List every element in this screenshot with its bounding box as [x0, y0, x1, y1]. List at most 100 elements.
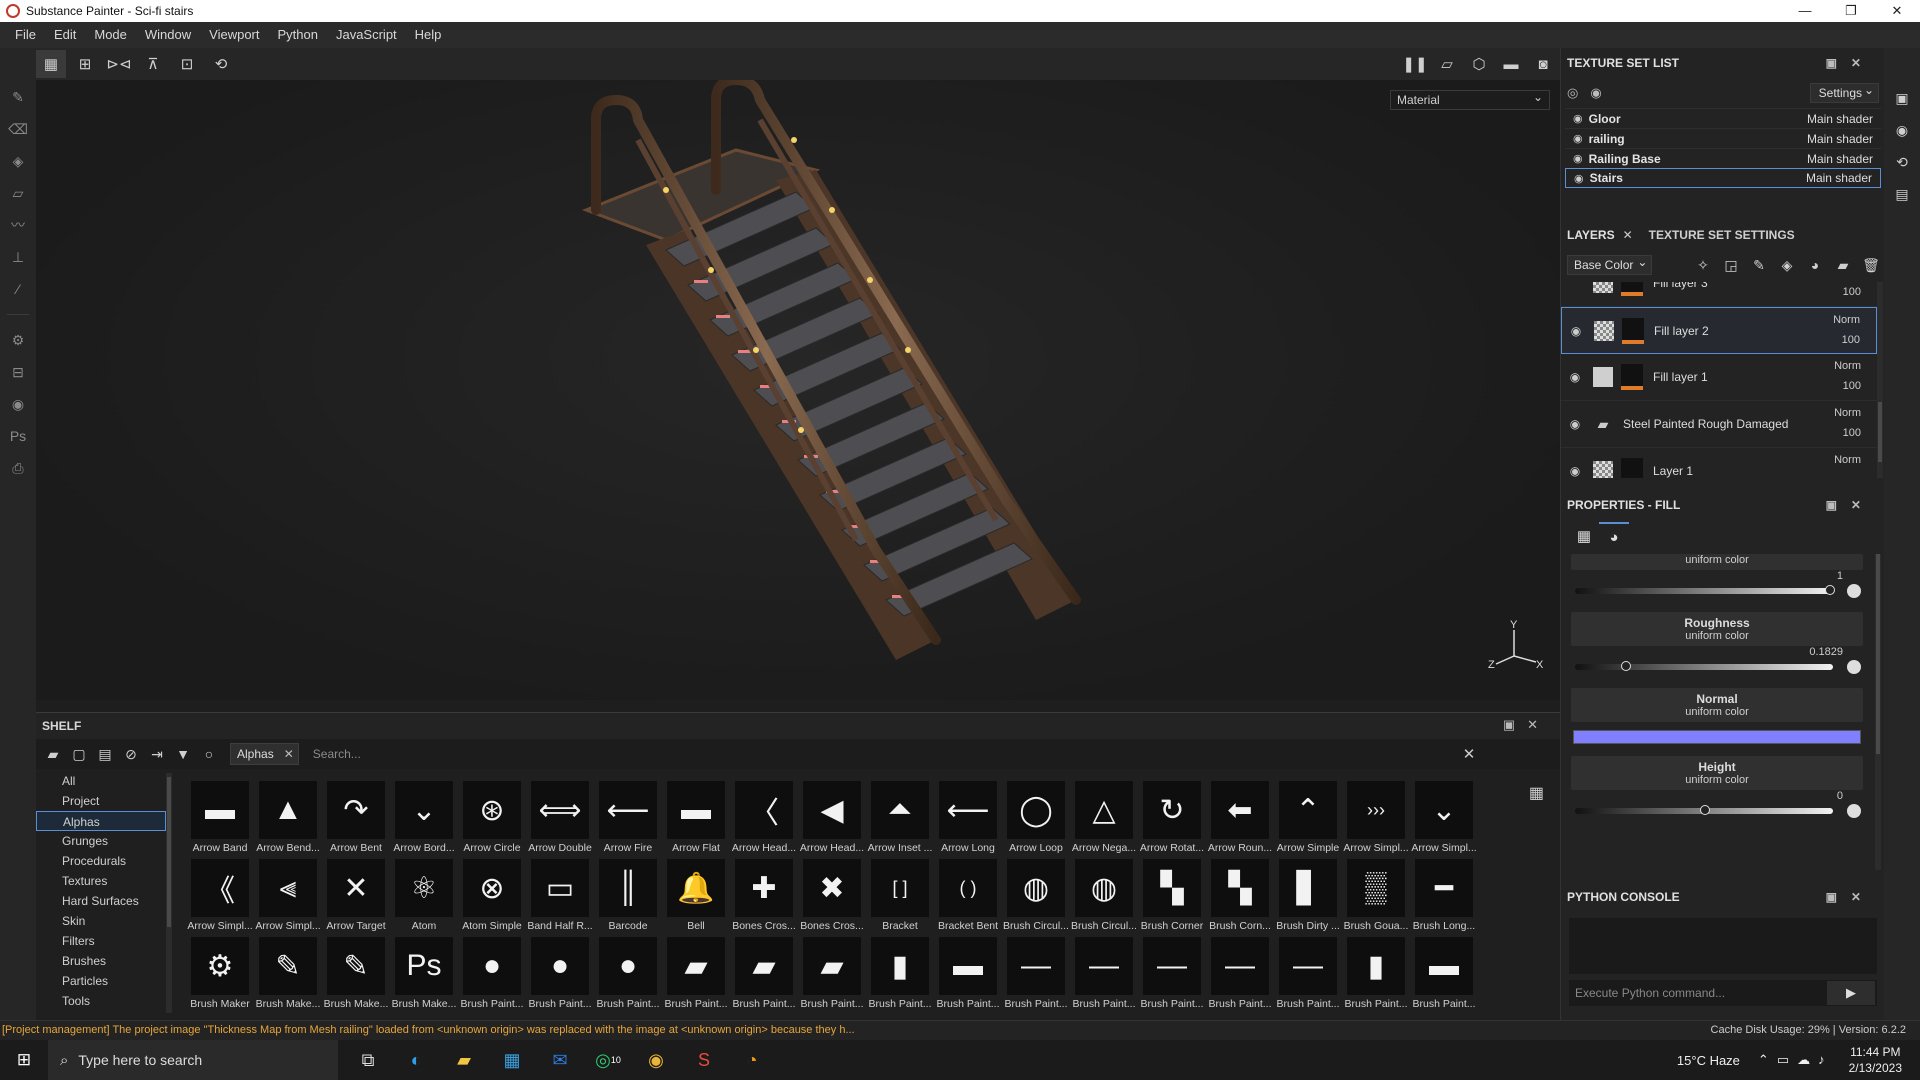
eye-icon[interactable]: ◉ [1574, 172, 1584, 185]
add-paint-layer-icon[interactable]: ✎ [1745, 257, 1773, 274]
shelf-item[interactable]: ▮ Brush Paint... [866, 937, 934, 1015]
layer-visibility-icon[interactable]: ◉ [1563, 417, 1587, 431]
align-icon[interactable]: ⊼ [138, 50, 168, 78]
layer-row[interactable]: ◉ Layer 1 Norm [1561, 448, 1877, 478]
symmetry-icon[interactable]: ⊳⊲ [104, 50, 134, 78]
filter-chip[interactable]: Alphas ✕ [230, 743, 299, 765]
texture-set-row[interactable]: ◉ Gloor Main shader [1565, 108, 1881, 128]
view-2d-icon[interactable]: ▱ [1432, 50, 1462, 78]
settings-gear-icon[interactable]: ⚙ [5, 327, 31, 353]
menu-viewport[interactable]: Viewport [200, 22, 268, 48]
file-explorer-icon[interactable]: ▰ [440, 1040, 488, 1080]
category-scrollbar[interactable] [166, 773, 172, 1013]
task-view-icon[interactable]: ⧉ [344, 1040, 392, 1080]
texture-set-row[interactable]: ◉ Stairs Main shader [1565, 168, 1881, 188]
tab-texture-set-settings[interactable]: TEXTURE SET SETTINGS [1649, 228, 1795, 242]
shelf-category-tools[interactable]: Tools [36, 991, 166, 1011]
menu-window[interactable]: Window [136, 22, 200, 48]
history-icon[interactable]: ⟲ [206, 50, 236, 78]
slider-track[interactable] [1575, 664, 1833, 670]
log-icon[interactable]: ▤ [1890, 182, 1914, 206]
shelf-category-alphas[interactable]: Alphas [36, 811, 166, 831]
close-layers-tab-icon[interactable]: ✕ [1623, 228, 1633, 242]
shelf-item[interactable]: ▰ Brush Paint... [798, 937, 866, 1015]
layer-visibility-icon[interactable]: ◉ [1563, 370, 1587, 384]
layer-blend-mode[interactable]: Norm [1834, 454, 1861, 466]
shelf-category-grunges[interactable]: Grunges [36, 831, 166, 851]
shelf-item[interactable]: ⟺ Arrow Double [526, 781, 594, 859]
eye-icon[interactable]: ◉ [1573, 112, 1583, 125]
shelf-item[interactable]: — Brush Paint... [1138, 937, 1206, 1015]
clone-stamp-icon[interactable]: ⊥ [5, 244, 31, 270]
layer-row[interactable]: Fill layer 3 100 [1561, 282, 1877, 307]
shelf-item[interactable]: ◍ Brush Circul... [1070, 859, 1138, 937]
eye-icon[interactable]: ◉ [1573, 152, 1583, 165]
close-window-button[interactable]: ✕ [1874, 0, 1920, 22]
grid-options-icon[interactable]: ⊞ [70, 50, 100, 78]
shelf-category-skin[interactable]: Skin [36, 911, 166, 931]
shelf-item[interactable]: ⌄ Arrow Simpl... [1410, 781, 1478, 859]
shelf-item[interactable]: — Brush Paint... [1070, 937, 1138, 1015]
shelf-search-input[interactable]: Search... [313, 747, 1463, 761]
shelf-item[interactable]: ↷ Arrow Bent [322, 781, 390, 859]
camera-icon[interactable]: ▬ [1496, 50, 1526, 78]
shelf-item[interactable]: ▲ Arrow Bend... [254, 781, 322, 859]
shelf-item[interactable]: ⟵ Arrow Long [934, 781, 1002, 859]
layer-visibility-icon[interactable]: ◉ [1563, 464, 1587, 478]
layer-opacity[interactable]: 100 [1843, 380, 1861, 392]
shelf-item[interactable]: ▬ Brush Paint... [1410, 937, 1478, 1015]
shelf-item[interactable]: ✎ Brush Make... [322, 937, 390, 1015]
shelf-item[interactable]: — Brush Paint... [1274, 937, 1342, 1015]
shelf-item[interactable]: ║ Barcode [594, 859, 662, 937]
shelf-item[interactable]: ⌄ Arrow Bord... [390, 781, 458, 859]
add-fill-layer-icon[interactable]: ◈ [1773, 257, 1801, 274]
paint-brush-icon[interactable]: ✎ [5, 84, 31, 110]
windows-start-icon[interactable]: ⊞ [0, 1040, 48, 1080]
tsl-panel-controls[interactable]: ▣✕ [1826, 56, 1875, 70]
shelf-item[interactable]: ▬ Arrow Flat [662, 781, 730, 859]
shelf-item[interactable]: 《 Arrow Simpl... [186, 859, 254, 937]
clear-search-icon[interactable]: ✕ [1463, 745, 1476, 763]
run-command-button[interactable]: ▶ [1827, 981, 1875, 1005]
display-settings-icon[interactable]: ◉ [1890, 118, 1914, 142]
shelf-item[interactable]: ◍ Brush Circul... [1002, 859, 1070, 937]
layer-mask-thumbnail[interactable] [1622, 317, 1644, 344]
shelf-item[interactable]: ⟵ Arrow Fire [594, 781, 662, 859]
layer-opacity[interactable]: 100 [1843, 427, 1861, 439]
shelf-category-particles[interactable]: Particles [36, 971, 166, 991]
photoshop-icon[interactable]: Ps [5, 423, 31, 449]
layer-row[interactable]: ◉ Fill layer 1 Norm 100 [1561, 354, 1877, 401]
visibility-toggle-icon[interactable]: ◎ [1567, 85, 1578, 101]
shelf-item[interactable]: ◀ Arrow Head... [798, 781, 866, 859]
shelf-item[interactable]: ▬ Arrow Band [186, 781, 254, 859]
shelf-item[interactable]: 〈 Arrow Head... [730, 781, 798, 859]
shelf-panel-controls[interactable]: ▣✕ [1503, 717, 1550, 733]
shelf-item[interactable]: ⫷ Arrow Simpl... [254, 859, 322, 937]
shelf-category-procedurals[interactable]: Procedurals [36, 851, 166, 871]
shelf-item[interactable]: ⊗ Atom Simple [458, 859, 526, 937]
shelf-item[interactable]: ▚ Brush Corner [1138, 859, 1206, 937]
view-3d-icon[interactable]: ⬡ [1464, 50, 1494, 78]
texture-set-row[interactable]: ◉ railing Main shader [1565, 128, 1881, 148]
geometry-mask-icon[interactable]: ▱ [5, 180, 31, 206]
shelf-item[interactable]: △ Arrow Nega... [1070, 781, 1138, 859]
properties-scrollbar[interactable] [1875, 554, 1881, 870]
texture-set-row[interactable]: ◉ Railing Base Main shader [1565, 148, 1881, 168]
blender-icon[interactable]: ◔ [728, 1040, 776, 1080]
layer-row[interactable]: ◉ Fill layer 2 Norm 100 [1561, 307, 1877, 354]
shelf-item[interactable]: ━ Brush Long... [1410, 859, 1478, 937]
mail-icon[interactable]: ✉ [536, 1040, 584, 1080]
pause-icon[interactable]: ❚❚ [1400, 50, 1430, 78]
layer-opacity[interactable]: 100 [1842, 334, 1860, 346]
hide-icon[interactable]: ⊘ [118, 746, 144, 763]
new-file-icon[interactable]: ▢ [66, 746, 92, 763]
menu-file[interactable]: File [6, 22, 45, 48]
shelf-item[interactable]: ▬ Brush Paint... [934, 937, 1002, 1015]
shelf-category-hard-surfaces[interactable]: Hard Surfaces [36, 891, 166, 911]
shelf-item[interactable]: ✕ Arrow Target [322, 859, 390, 937]
shelf-item[interactable]: ▭ Band Half R... [526, 859, 594, 937]
shelf-item[interactable]: ⊛ Arrow Circle [458, 781, 526, 859]
menu-edit[interactable]: Edit [45, 22, 85, 48]
layer-mask-thumbnail[interactable] [1621, 458, 1643, 478]
shelf-item[interactable]: ● Brush Paint... [526, 937, 594, 1015]
